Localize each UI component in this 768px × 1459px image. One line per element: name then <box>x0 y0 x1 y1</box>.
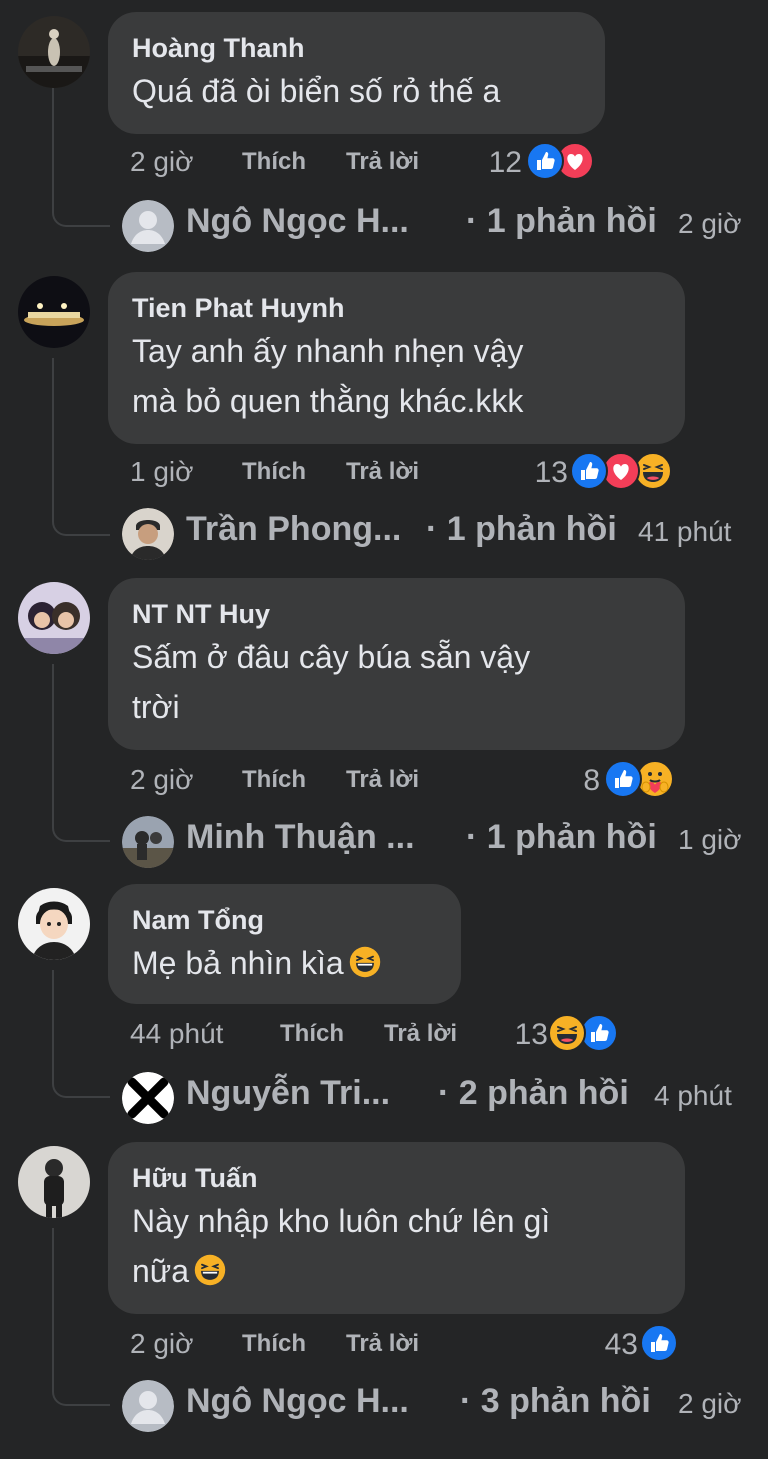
comment-text: Sấm ở đâu cây búa sẵn vậy <box>132 639 531 675</box>
reaction-count[interactable]: 13 <box>496 1018 548 1052</box>
view-replies[interactable]: Ngô Ngọc H... · 1 phản hồi 2 giờ <box>122 198 762 252</box>
reply-time: 1 giờ <box>678 824 742 855</box>
reply-time: 2 giờ <box>678 1388 742 1419</box>
reactions[interactable] <box>640 1324 680 1362</box>
thread-connector <box>52 358 110 536</box>
comment: Hoàng Thanh Quá đã òi biển số rỏ thế a 2… <box>0 0 768 300</box>
like-icon <box>570 452 608 490</box>
view-replies[interactable]: Trần Phong... · 1 phản hồi 41 phút <box>122 506 762 560</box>
avatar[interactable] <box>18 1146 90 1218</box>
reactions[interactable] <box>526 142 598 180</box>
comment-author[interactable]: Tien Phat Huynh <box>132 290 661 326</box>
reaction-count[interactable]: 43 <box>586 1328 638 1362</box>
comment-bubble: Hoàng Thanh Quá đã òi biển số rỏ thế a <box>108 12 605 134</box>
comment-text-content: nữa <box>132 1253 190 1289</box>
reply-author[interactable]: Nguyễn Tri... <box>186 1074 390 1113</box>
thread-connector <box>52 970 110 1098</box>
thread-connector <box>52 1228 110 1406</box>
reactions[interactable] <box>604 760 680 798</box>
comment-text-content: Mẹ bả nhìn kìa <box>132 945 344 981</box>
comment-actions: 44 phút Thích Trả lời 13 <box>130 1012 690 1056</box>
comment-actions: 2 giờ Thích Trả lời 43 <box>130 1322 690 1366</box>
reply-count[interactable]: · 3 phản hồi <box>460 1382 651 1421</box>
reply-author[interactable]: Ngô Ngọc H... <box>186 1382 409 1421</box>
like-button[interactable]: Thích <box>242 458 306 486</box>
comment: Hữu Tuấn Này nhập kho luôn chứ lên gì nữ… <box>0 1130 768 1432</box>
comment-bubble: Hữu Tuấn Này nhập kho luôn chứ lên gì nữ… <box>108 1142 685 1314</box>
comment-text: Tay anh ấy nhanh nhẹn vậy <box>132 333 524 369</box>
haha-icon <box>548 1014 586 1052</box>
reply-author[interactable]: Ngô Ngọc H... <box>186 202 409 241</box>
comment-time[interactable]: 2 giờ <box>130 146 194 178</box>
comment-author[interactable]: Hữu Tuấn <box>132 1160 661 1196</box>
reply-button[interactable]: Trả lời <box>346 148 419 176</box>
reply-count[interactable]: · 2 phản hồi <box>438 1074 629 1113</box>
comment-text: Này nhập kho luôn chứ lên gì <box>132 1203 551 1239</box>
like-button[interactable]: Thích <box>242 148 306 176</box>
reply-count[interactable]: · 1 phản hồi <box>426 510 617 549</box>
view-replies[interactable]: Nguyễn Tri... · 2 phản hồi 4 phút <box>122 1070 762 1124</box>
comment-time[interactable]: 2 giờ <box>130 1328 194 1360</box>
comment-text: trời <box>132 689 180 725</box>
comment: Nam Tổng Mẹ bả nhìn kìa 44 phút Thích Tr… <box>0 874 768 1174</box>
view-replies[interactable]: Ngô Ngọc H... · 3 phản hồi 2 giờ <box>122 1378 762 1432</box>
comment: Tien Phat Huynh Tay anh ấy nhanh nhẹn vậ… <box>0 258 768 560</box>
comment: NT NT Huy Sấm ở đâu cây búa sẵn vậy trời… <box>0 566 768 868</box>
like-icon <box>604 760 642 798</box>
reaction-count[interactable]: 13 <box>516 456 568 490</box>
comment-author[interactable]: NT NT Huy <box>132 596 661 632</box>
reaction-count[interactable]: 8 <box>552 764 600 798</box>
reply-count[interactable]: · 1 phản hồi <box>466 202 657 241</box>
like-button[interactable]: Thích <box>242 766 306 794</box>
reactions[interactable] <box>548 1014 624 1052</box>
comment-actions: 2 giờ Thích Trả lời 8 <box>130 758 690 802</box>
comment-author[interactable]: Nam Tổng <box>132 902 437 938</box>
comment-text: nữa <box>132 1246 661 1296</box>
comment-time[interactable]: 44 phút <box>130 1018 223 1050</box>
like-button[interactable]: Thích <box>242 1330 306 1358</box>
comment-actions: 1 giờ Thích Trả lời 13 <box>130 450 690 494</box>
reply-time: 2 giờ <box>678 208 742 239</box>
comment-bubble: Nam Tổng Mẹ bả nhìn kìa <box>108 884 461 1004</box>
avatar[interactable] <box>18 276 90 348</box>
reply-button[interactable]: Trả lời <box>346 458 419 486</box>
comment-text: Mẹ bả nhìn kìa <box>132 938 437 988</box>
reply-button[interactable]: Trả lời <box>384 1020 457 1048</box>
comment-actions: 2 giờ Thích Trả lời 12 <box>130 140 690 184</box>
reply-avatar <box>122 1072 174 1124</box>
reply-time: 4 phút <box>654 1080 732 1111</box>
reactions[interactable] <box>570 452 680 490</box>
reply-button[interactable]: Trả lời <box>346 766 419 794</box>
like-icon <box>640 1324 678 1362</box>
comment-author[interactable]: Hoàng Thanh <box>132 30 581 66</box>
reply-avatar <box>122 508 174 560</box>
comment-bubble: Tien Phat Huynh Tay anh ấy nhanh nhẹn vậ… <box>108 272 685 444</box>
avatar[interactable] <box>18 888 90 960</box>
avatar[interactable] <box>18 16 90 88</box>
reaction-count[interactable]: 12 <box>470 146 522 180</box>
reply-count[interactable]: · 1 phản hồi <box>466 818 657 857</box>
reply-avatar <box>122 816 174 868</box>
reply-button[interactable]: Trả lời <box>346 1330 419 1358</box>
thread-connector <box>52 82 110 227</box>
comment-text: Quá đã òi biển số rỏ thế a <box>132 73 501 109</box>
comment-time[interactable]: 2 giờ <box>130 764 194 796</box>
comment-text: mà bỏ quen thằng khác.kkk <box>132 383 524 419</box>
reply-author[interactable]: Minh Thuận ... <box>186 818 415 857</box>
reply-time: 41 phút <box>638 516 732 547</box>
avatar[interactable] <box>18 582 90 654</box>
like-icon <box>526 142 564 180</box>
comment-time[interactable]: 1 giờ <box>130 456 194 488</box>
thread-connector <box>52 664 110 842</box>
view-replies[interactable]: Minh Thuận ... · 1 phản hồi 1 giờ <box>122 814 762 868</box>
like-button[interactable]: Thích <box>280 1020 344 1048</box>
comment-bubble: NT NT Huy Sấm ở đâu cây búa sẵn vậy trời <box>108 578 685 750</box>
laughing-emoji-icon <box>349 946 380 978</box>
laughing-emoji-icon <box>194 1254 226 1286</box>
reply-avatar <box>122 200 174 252</box>
reply-avatar <box>122 1380 174 1432</box>
reply-author[interactable]: Trần Phong... <box>186 510 401 549</box>
